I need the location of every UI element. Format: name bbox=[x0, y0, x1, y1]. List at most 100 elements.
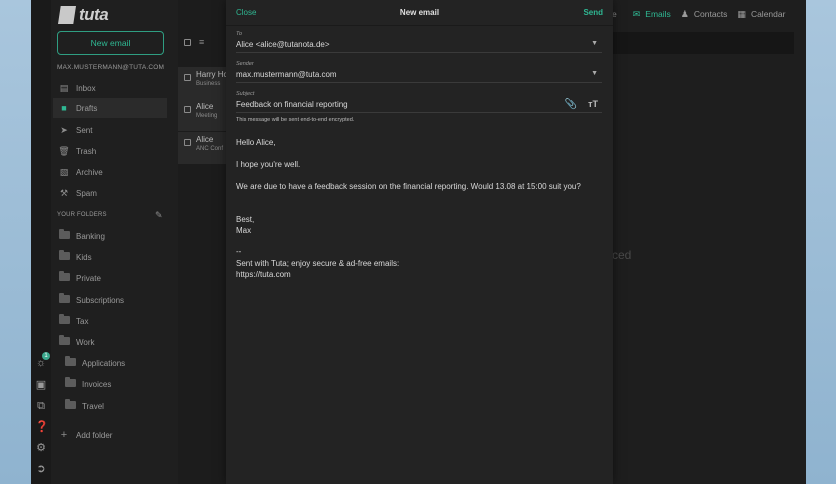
search-bar[interactable] bbox=[612, 32, 794, 54]
body-line: -- bbox=[236, 247, 242, 256]
archive-icon: ▧ bbox=[59, 166, 69, 177]
sidebar-item-subscriptions[interactable]: Subscriptions bbox=[53, 290, 167, 310]
your-folders-heading: YOUR FOLDERS bbox=[57, 212, 107, 218]
row-sender: Alice bbox=[196, 102, 214, 111]
body-line: https://tuta.com bbox=[236, 270, 291, 279]
to-label: To bbox=[236, 31, 242, 37]
logo-text: tuta bbox=[79, 5, 109, 24]
row-checkbox[interactable] bbox=[184, 139, 191, 146]
spam-icon: ⚒ bbox=[59, 187, 69, 198]
sidebar-item-drafts[interactable]: ■ Drafts bbox=[53, 98, 167, 118]
sidebar-item-sent[interactable]: ➤ Sent bbox=[53, 120, 167, 140]
add-folder-button[interactable]: + Add folder bbox=[53, 425, 167, 445]
inbox-icon: ▤ bbox=[59, 82, 69, 93]
sidebar-item-label: Invoices bbox=[82, 379, 112, 389]
folder-icon bbox=[58, 335, 70, 345]
paperclip-icon[interactable]: 📎 bbox=[565, 99, 577, 110]
tab-label: Contacts bbox=[693, 9, 728, 19]
sidebar-item-inbox[interactable]: ▤ Inbox bbox=[53, 78, 167, 98]
row-sender: Harry Hc bbox=[196, 70, 228, 79]
account-address: MAX.MUSTERMANN@TUTA.COM bbox=[57, 64, 165, 71]
side-rail: ☼ 1 ▣ ⧉ ❓ ⚙ ➲ bbox=[31, 0, 51, 484]
compose-dialog: Close New email Send To Alice <alice@tut… bbox=[226, 0, 613, 484]
sidebar-item-tax[interactable]: Tax bbox=[53, 311, 167, 331]
sender-value[interactable]: max.mustermann@tuta.com bbox=[236, 70, 602, 79]
sidebar-item-label: Kids bbox=[76, 252, 92, 262]
list-toolbar: ≡ bbox=[184, 37, 204, 47]
sidebar-item-label: Travel bbox=[82, 401, 104, 411]
sidebar-item-banking[interactable]: Banking bbox=[53, 226, 167, 246]
tab-emails[interactable]: ✉ Emails bbox=[633, 9, 671, 20]
to-value[interactable]: Alice <alice@tutanota.de> bbox=[236, 40, 602, 49]
sender-label: Sender bbox=[236, 61, 254, 67]
sidebar-item-invoices[interactable]: Invoices bbox=[59, 374, 167, 394]
folder-icon bbox=[64, 399, 76, 409]
row-subject: Meeting bbox=[196, 113, 218, 119]
mail-app: ☼ 1 ▣ ⧉ ❓ ⚙ ➲ tuta New email MAX.MUSTERM… bbox=[31, 0, 806, 484]
sidebar-item-label: Spam bbox=[76, 188, 97, 198]
trash-icon: 🗑 bbox=[58, 145, 70, 156]
folder-icon bbox=[58, 314, 70, 324]
row-sender: Alice bbox=[196, 135, 214, 144]
gift-icon[interactable]: ▣ bbox=[35, 379, 47, 391]
tab-label: Emails bbox=[645, 9, 671, 19]
folder-icon bbox=[58, 250, 70, 260]
sent-icon: ➤ bbox=[60, 124, 68, 135]
sidebar-item-label: Inbox bbox=[76, 83, 96, 93]
subject-field[interactable]: Subject Feedback on financial reporting … bbox=[236, 91, 602, 113]
chevron-down-icon[interactable]: ▼ bbox=[591, 40, 598, 47]
mail-list: ≡ Harry Hc Business Alice Meeting Alice … bbox=[178, 0, 228, 484]
sidebar-item-archive[interactable]: ▧ Archive bbox=[53, 162, 167, 182]
send-button[interactable]: Send bbox=[583, 8, 603, 17]
folder-icon bbox=[58, 229, 70, 239]
new-email-button[interactable]: New email bbox=[57, 31, 164, 55]
notification-badge: 1 bbox=[42, 352, 50, 360]
select-all-checkbox[interactable] bbox=[184, 38, 191, 46]
list-item[interactable]: Harry Hc Business bbox=[178, 67, 228, 99]
list-item[interactable]: Alice ANC Conf bbox=[178, 132, 227, 164]
sidebar-item-travel[interactable]: Travel bbox=[59, 396, 167, 416]
mail-icon: ✉ bbox=[632, 8, 641, 19]
sidebar-item-applications[interactable]: Applications bbox=[59, 353, 167, 373]
sidebar-item-label: Sent bbox=[76, 125, 93, 135]
compose-title: New email bbox=[399, 8, 440, 17]
copy-icon[interactable]: ⧉ bbox=[35, 400, 47, 412]
chevron-down-icon[interactable]: ▼ bbox=[591, 70, 598, 77]
folder-icon bbox=[64, 377, 76, 387]
edit-folders-icon[interactable]: ✎ bbox=[155, 210, 163, 221]
tab-label: Calendar bbox=[750, 9, 786, 19]
tab-contacts[interactable]: ♟ Contacts bbox=[681, 9, 728, 20]
sidebar-item-spam[interactable]: ⚒ Spam bbox=[53, 183, 167, 203]
sidebar-item-private[interactable]: Private bbox=[53, 268, 167, 288]
folder-icon bbox=[58, 293, 70, 303]
row-checkbox[interactable] bbox=[184, 74, 191, 81]
sender-field[interactable]: Sender max.mustermann@tuta.com ▼ bbox=[236, 61, 602, 83]
sidebar-item-kids[interactable]: Kids bbox=[53, 247, 167, 267]
encryption-note: This message will be sent end-to-end enc… bbox=[236, 117, 355, 123]
sidebar: tuta New email MAX.MUSTERMANN@TUTA.COM ▤… bbox=[51, 0, 178, 484]
sidebar-item-label: Subscriptions bbox=[76, 295, 125, 305]
subject-input[interactable]: Feedback on financial reporting bbox=[236, 100, 602, 109]
sidebar-item-label: Banking bbox=[76, 231, 105, 241]
sidebar-item-work[interactable]: Work bbox=[53, 332, 167, 352]
body-line: I hope you're well. bbox=[236, 160, 301, 169]
tuta-logo-mark bbox=[58, 6, 76, 24]
text-format-icon[interactable]: ᴛT bbox=[588, 99, 598, 109]
calendar-icon: ▦ bbox=[737, 8, 746, 19]
list-item[interactable]: Alice Meeting bbox=[178, 99, 227, 131]
drafts-icon: ■ bbox=[61, 103, 67, 113]
settings-icon[interactable]: ⚙ bbox=[35, 442, 47, 454]
help-icon[interactable]: ❓ bbox=[35, 421, 49, 433]
row-checkbox[interactable] bbox=[184, 106, 191, 113]
folder-icon bbox=[58, 271, 70, 281]
sidebar-item-trash[interactable]: 🗑 Trash bbox=[53, 141, 167, 161]
add-folder-label: Add folder bbox=[76, 430, 113, 440]
logout-icon[interactable]: ➲ bbox=[35, 463, 47, 475]
tab-calendar[interactable]: ▦ Calendar bbox=[737, 9, 785, 20]
to-field[interactable]: To Alice <alice@tutanota.de> ▼ bbox=[236, 31, 602, 53]
contacts-icon: ♟ bbox=[680, 8, 689, 19]
sidebar-item-label: Trash bbox=[76, 146, 97, 156]
folder-icon bbox=[64, 356, 76, 366]
body-line: Hello Alice, bbox=[236, 138, 276, 147]
filter-icon[interactable]: ≡ bbox=[199, 37, 204, 47]
